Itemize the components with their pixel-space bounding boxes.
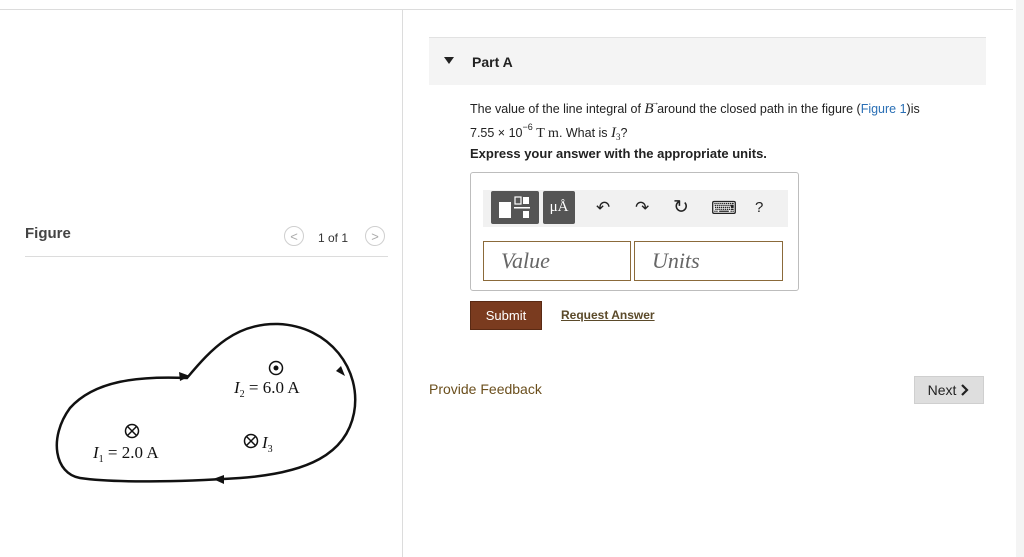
svg-text:I2 = 6.0 A: I2 = 6.0 A xyxy=(233,378,300,400)
request-answer-link[interactable]: Request Answer xyxy=(561,308,655,322)
current-i1-value: 2.0 A xyxy=(122,443,160,462)
path-arrow-top xyxy=(179,372,190,381)
svg-text:I3: I3 xyxy=(261,433,273,455)
current-into-page-icon xyxy=(124,423,140,439)
current-out-of-page-icon xyxy=(268,360,284,376)
figure-link[interactable]: Figure 1 xyxy=(861,102,907,116)
units-button[interactable]: μÅ xyxy=(543,191,575,224)
svg-text:I1 = 2.0 A: I1 = 2.0 A xyxy=(92,443,159,465)
templates-button[interactable] xyxy=(491,191,539,224)
next-figure-button[interactable]: > xyxy=(365,226,385,246)
current-i2-value: 6.0 A xyxy=(263,378,301,397)
collapse-caret-icon[interactable] xyxy=(444,57,454,64)
figure-heading: Figure xyxy=(25,225,71,242)
part-title: Part A xyxy=(472,54,513,70)
math-toolbar: μÅ ↶ ↷ ↻ ⌨ ? xyxy=(483,190,788,227)
redo-icon[interactable]: ↷ xyxy=(635,198,649,218)
ampere-loop-diagram: I2 = 6.0 A I1 = 2.0 A I3 xyxy=(55,322,357,484)
next-label: Next xyxy=(927,382,957,398)
chevron-right-icon: > xyxy=(371,228,379,244)
units-input[interactable]: Units xyxy=(634,241,783,281)
next-button[interactable]: Next xyxy=(914,376,984,404)
undo-icon[interactable]: ↶ xyxy=(596,198,610,218)
answer-box: μÅ ↶ ↷ ↻ ⌨ ? Value Units xyxy=(470,172,799,291)
top-rule xyxy=(0,9,1013,10)
figure-pager: 1 of 1 xyxy=(318,231,349,245)
fraction-template-icon xyxy=(499,195,530,218)
provide-feedback-link[interactable]: Provide Feedback xyxy=(429,381,542,397)
path-arrow-bottom xyxy=(213,475,224,484)
keyboard-icon[interactable]: ⌨ xyxy=(711,198,737,218)
figure-rule xyxy=(25,256,388,257)
panel-divider xyxy=(402,9,403,557)
current-into-page-icon xyxy=(243,433,259,449)
question-text: The value of the line integral of B → aro… xyxy=(470,97,920,142)
chevron-right-icon xyxy=(961,384,969,396)
help-icon[interactable]: ? xyxy=(755,198,763,218)
part-a-header[interactable]: Part A xyxy=(429,37,986,85)
instruction-text: Express your answer with the appropriate… xyxy=(470,146,767,161)
path-arrow-right xyxy=(336,366,345,376)
prev-figure-button[interactable]: < xyxy=(284,226,304,246)
submit-button[interactable]: Submit xyxy=(470,301,542,330)
reset-icon[interactable]: ↻ xyxy=(673,198,689,218)
scrollbar-track[interactable] xyxy=(1016,0,1024,557)
chevron-left-icon: < xyxy=(290,228,298,244)
value-input[interactable]: Value xyxy=(483,241,631,281)
units-icon: μÅ xyxy=(549,199,569,215)
